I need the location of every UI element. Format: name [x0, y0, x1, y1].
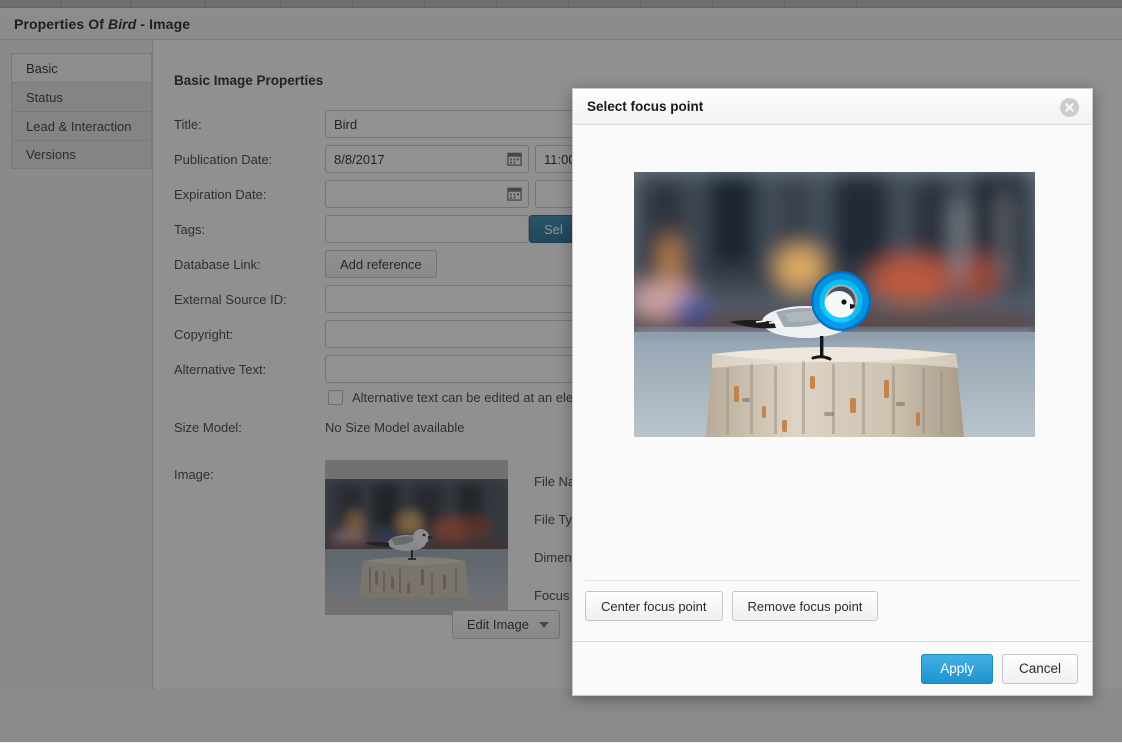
dialog-body: Center focus point Remove focus point	[573, 125, 1092, 641]
focus-point-marker[interactable]	[811, 271, 871, 331]
cancel-button[interactable]: Cancel	[1002, 654, 1078, 684]
center-focus-point-button[interactable]: Center focus point	[585, 591, 723, 621]
select-focus-point-dialog: Select focus point	[572, 88, 1093, 696]
dialog-header: Select focus point	[573, 89, 1092, 125]
wooden-post	[706, 347, 964, 437]
focus-point-image-canvas[interactable]	[634, 172, 1035, 437]
apply-button[interactable]: Apply	[921, 654, 993, 684]
dialog-footer: Apply Cancel	[573, 641, 1092, 695]
close-glyph	[1063, 101, 1076, 114]
dialog-divider	[585, 580, 1080, 581]
remove-focus-point-button[interactable]: Remove focus point	[732, 591, 879, 621]
dialog-title: Select focus point	[587, 99, 703, 114]
close-icon[interactable]	[1060, 98, 1079, 117]
focus-point-actions: Center focus point Remove focus point	[585, 591, 878, 621]
